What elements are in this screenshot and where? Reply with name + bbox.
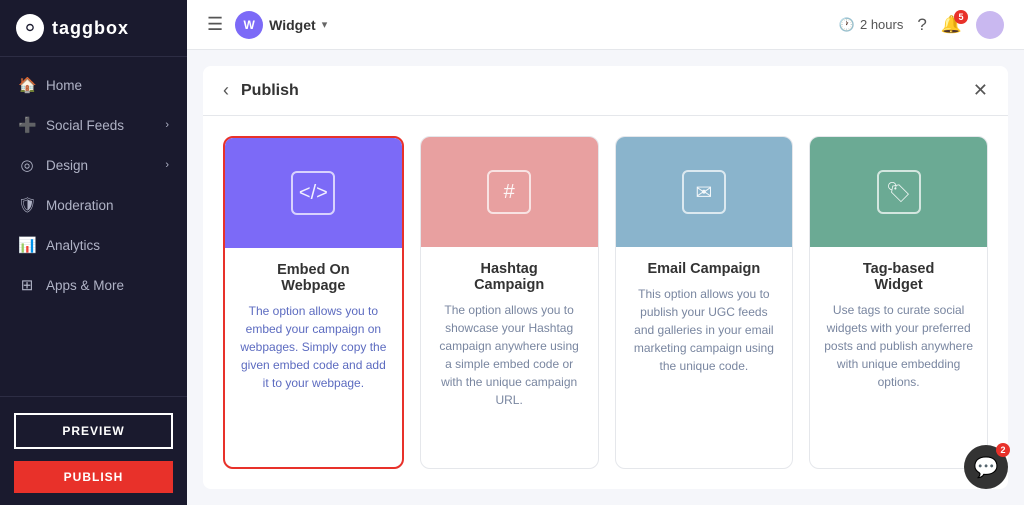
hashtag-icon: # [487, 170, 531, 214]
close-button[interactable]: ✕ [973, 80, 988, 101]
tag-card-title: Tag-basedWidget [824, 261, 973, 293]
publish-title: Publish [241, 82, 961, 100]
email-card-title: Email Campaign [630, 261, 779, 277]
sidebar: ⭘ taggbox 🏠 Home ➕ Social Feeds › ◎ Desi… [0, 0, 187, 505]
logo-area: ⭘ taggbox [0, 0, 187, 57]
clock-icon: 🕐 [839, 17, 855, 33]
embed-card-image: </> [225, 138, 402, 248]
publish-button[interactable]: PUBLISH [14, 461, 173, 493]
apps-icon: ⊞ [18, 276, 36, 294]
notification-badge: 5 [954, 10, 968, 24]
plus-icon: ➕ [18, 116, 36, 134]
user-avatar[interactable] [976, 11, 1004, 39]
sidebar-item-home-label: Home [46, 78, 82, 93]
analytics-icon: 📊 [18, 236, 36, 254]
time-label: 2 hours [860, 17, 903, 32]
sidebar-item-design-label: Design [46, 158, 88, 173]
tag-icon: 🏷 [877, 170, 921, 214]
sidebar-item-social-feeds-label: Social Feeds [46, 118, 124, 133]
tag-card-image: 🏷 [810, 137, 987, 247]
email-card-desc: This option allows you to publish your U… [630, 285, 779, 375]
embed-webpage-card[interactable]: </> Embed OnWebpage The option allows yo… [223, 136, 404, 469]
sidebar-item-analytics-label: Analytics [46, 238, 100, 253]
top-navbar: ☰ W Widget ▾ 🕐 2 hours ? 🔔 5 [187, 0, 1024, 50]
sidebar-item-social-feeds[interactable]: ➕ Social Feeds › [0, 105, 187, 145]
embed-card-title: Embed OnWebpage [239, 262, 388, 294]
chevron-icon: › [165, 119, 169, 131]
publish-panel: ‹ Publish ✕ </> Embed OnWebpage The opti… [203, 66, 1008, 489]
sidebar-item-design[interactable]: ◎ Design › [0, 145, 187, 185]
tag-card-body: Tag-basedWidget Use tags to curate socia… [810, 247, 987, 468]
hashtag-card-title: HashtagCampaign [435, 261, 584, 293]
widget-chevron-icon: ▾ [322, 18, 328, 31]
sidebar-item-home[interactable]: 🏠 Home [0, 65, 187, 105]
hashtag-card-body: HashtagCampaign The option allows you to… [421, 247, 598, 468]
sidebar-bottom: PREVIEW PUBLISH [0, 396, 187, 505]
chat-widget-button[interactable]: 💬 2 [964, 445, 1008, 489]
sidebar-item-analytics[interactable]: 📊 Analytics [0, 225, 187, 265]
tag-based-widget-card[interactable]: 🏷 Tag-basedWidget Use tags to curate soc… [809, 136, 988, 469]
embed-code-icon: </> [291, 171, 335, 215]
email-icon: ✉ [682, 170, 726, 214]
notification-button[interactable]: 🔔 5 [941, 15, 962, 35]
email-campaign-card[interactable]: ✉ Email Campaign This option allows you … [615, 136, 794, 469]
chat-icon: 💬 [974, 455, 999, 480]
chevron-icon-design: › [165, 159, 169, 171]
embed-card-desc: The option allows you to embed your camp… [239, 302, 388, 392]
moderation-icon: 🛡 [18, 196, 36, 214]
widget-selector[interactable]: W Widget ▾ [235, 11, 327, 39]
topnav-right: 🕐 2 hours ? 🔔 5 [839, 11, 1004, 39]
email-card-image: ✉ [616, 137, 793, 247]
sidebar-item-apps-more[interactable]: ⊞ Apps & More [0, 265, 187, 305]
embed-card-body: Embed OnWebpage The option allows you to… [225, 248, 402, 467]
hashtag-card-image: # [421, 137, 598, 247]
publish-cards-container: </> Embed OnWebpage The option allows yo… [203, 116, 1008, 489]
sidebar-nav: 🏠 Home ➕ Social Feeds › ◎ Design › 🛡 Mod… [0, 57, 187, 396]
design-icon: ◎ [18, 156, 36, 174]
logo-icon: ⭘ [16, 14, 44, 42]
widget-label: Widget [269, 17, 316, 33]
hamburger-icon[interactable]: ☰ [207, 14, 223, 35]
tag-card-desc: Use tags to curate social widgets with y… [824, 301, 973, 391]
home-icon: 🏠 [18, 76, 36, 94]
back-button[interactable]: ‹ [223, 80, 229, 101]
time-indicator: 🕐 2 hours [839, 17, 904, 33]
chat-badge: 2 [996, 443, 1010, 457]
widget-avatar: W [235, 11, 263, 39]
logo-text: taggbox [52, 18, 129, 39]
email-card-body: Email Campaign This option allows you to… [616, 247, 793, 468]
sidebar-item-apps-more-label: Apps & More [46, 278, 124, 293]
preview-button[interactable]: PREVIEW [14, 413, 173, 449]
help-button[interactable]: ? [917, 15, 926, 35]
hashtag-card-desc: The option allows you to showcase your H… [435, 301, 584, 409]
sidebar-item-moderation[interactable]: 🛡 Moderation [0, 185, 187, 225]
main-content: ☰ W Widget ▾ 🕐 2 hours ? 🔔 5 ‹ Publish ✕ [187, 0, 1024, 505]
sidebar-item-moderation-label: Moderation [46, 198, 114, 213]
publish-header: ‹ Publish ✕ [203, 66, 1008, 116]
hashtag-campaign-card[interactable]: # HashtagCampaign The option allows you … [420, 136, 599, 469]
